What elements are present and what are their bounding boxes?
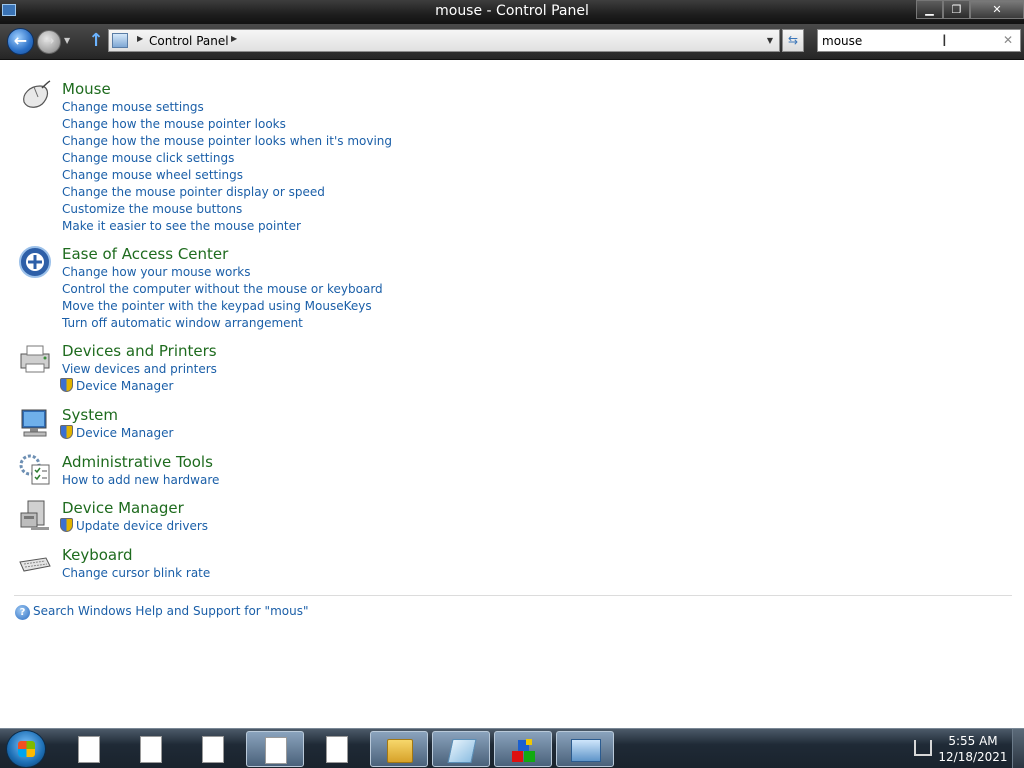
result-links: Device Manager — [60, 425, 174, 442]
document-icon — [78, 736, 100, 763]
result-link[interactable]: Change how your mouse works — [62, 264, 383, 281]
chevron-right-icon[interactable]: ▶ — [137, 34, 143, 43]
taskbar-button[interactable] — [556, 731, 614, 767]
multi-color-app-icon — [512, 739, 536, 763]
help-search-label: Search Windows Help and Support for "mou… — [33, 604, 309, 618]
result-heading[interactable]: Device Manager — [62, 499, 184, 517]
minimize-button[interactable]: ▁ — [916, 0, 943, 19]
taskbar: 5:55 AM 12/18/2021 — [0, 728, 1024, 768]
text-cursor-icon: I — [942, 31, 947, 50]
result-links: Update device drivers — [60, 518, 209, 535]
mouse-icon[interactable] — [18, 80, 52, 114]
clock-date: 12/18/2021 — [938, 750, 1008, 764]
help-icon: ? — [15, 605, 30, 620]
control-panel-icon — [571, 739, 601, 762]
admin-shield-icon — [60, 378, 73, 392]
control-panel-icon — [112, 33, 128, 48]
search-box[interactable]: I ✕ — [817, 29, 1021, 52]
navigation-bar: ← → ▼ ↑ ▶ Control Panel ▶ ▼ ⇆ I ✕ — [0, 24, 1024, 60]
chevron-down-icon[interactable]: ▼ — [767, 36, 773, 45]
taskbar-button[interactable] — [122, 731, 180, 767]
clock-time: 5:55 AM — [948, 734, 998, 748]
maximize-button[interactable]: ❐ — [943, 0, 970, 19]
address-bar[interactable]: ▶ Control Panel ▶ ▼ — [108, 29, 780, 52]
result-link-label: Device Manager — [76, 426, 174, 440]
computer-icon[interactable] — [18, 406, 52, 440]
result-link[interactable]: Device Manager — [60, 378, 217, 395]
admin-shield-icon — [60, 425, 73, 439]
help-search-link[interactable]: ? Search Windows Help and Support for "mo… — [15, 604, 308, 620]
printer-icon[interactable] — [18, 342, 52, 376]
result-links: How to add new hardware — [62, 472, 219, 489]
result-links: Change mouse settings Change how the mou… — [62, 99, 392, 235]
taskbar-button[interactable] — [494, 731, 552, 767]
chevron-right-icon[interactable]: ▶ — [231, 34, 237, 43]
result-link[interactable]: Change how the mouse pointer looks when … — [62, 133, 392, 150]
result-link[interactable]: Customize the mouse buttons — [62, 201, 392, 218]
result-link[interactable]: How to add new hardware — [62, 472, 219, 489]
result-link[interactable]: Update device drivers — [60, 518, 209, 535]
result-heading[interactable]: Devices and Printers — [62, 342, 217, 360]
taskbar-button[interactable] — [60, 731, 118, 767]
result-link[interactable]: Change mouse click settings — [62, 150, 392, 167]
result-link[interactable]: Change how the mouse pointer looks — [62, 116, 392, 133]
result-link[interactable]: Change mouse settings — [62, 99, 392, 116]
result-link[interactable]: Change mouse wheel settings — [62, 167, 392, 184]
admin-shield-icon — [60, 518, 73, 532]
taskbar-button[interactable] — [432, 731, 490, 767]
result-link[interactable]: Make it easier to see the mouse pointer — [62, 218, 392, 235]
windows-logo-icon — [18, 741, 35, 757]
divider — [14, 595, 1012, 596]
result-link-label: Device Manager — [76, 379, 174, 393]
search-input[interactable] — [822, 32, 992, 49]
result-heading[interactable]: Ease of Access Center — [62, 245, 228, 263]
result-link[interactable]: Change the mouse pointer display or spee… — [62, 184, 392, 201]
result-heading[interactable]: Keyboard — [62, 546, 133, 564]
document-icon — [265, 737, 287, 764]
back-button[interactable]: ← — [7, 28, 34, 55]
keyboard-icon[interactable] — [18, 546, 52, 580]
close-button[interactable]: ✕ — [970, 0, 1024, 19]
ease-of-access-icon[interactable] — [18, 245, 52, 279]
result-links: Change cursor blink rate — [62, 565, 210, 582]
recent-pages-dropdown[interactable]: ▼ — [64, 36, 70, 45]
window-title: mouse - Control Panel — [435, 3, 589, 19]
taskbar-button[interactable] — [184, 731, 242, 767]
taskbar-button[interactable] — [308, 731, 366, 767]
taskbar-button[interactable] — [370, 731, 428, 767]
search-results: Mouse Change mouse settings Change how t… — [0, 60, 1024, 728]
result-link-label: Update device drivers — [76, 519, 209, 533]
folder-icon — [387, 739, 413, 763]
clock[interactable]: 5:55 AM 12/18/2021 — [938, 733, 1008, 765]
result-heading[interactable]: Administrative Tools — [62, 453, 213, 471]
document-icon — [326, 736, 348, 763]
taskbar-button[interactable] — [246, 731, 304, 767]
result-links: View devices and printers Device Manager — [60, 361, 217, 395]
breadcrumb-control-panel[interactable]: Control Panel — [149, 34, 229, 48]
result-heading[interactable]: System — [62, 406, 118, 424]
forward-button[interactable]: → — [37, 30, 61, 54]
refresh-button[interactable]: ⇆ — [782, 29, 804, 52]
window-controls: ▁ ❐ ✕ — [916, 0, 1024, 19]
title-bar: mouse - Control Panel ▁ ❐ ✕ — [0, 0, 1024, 24]
document-icon — [202, 736, 224, 763]
result-heading[interactable]: Mouse — [62, 80, 111, 98]
result-link[interactable]: View devices and printers — [62, 361, 217, 378]
up-button[interactable]: ↑ — [87, 30, 105, 52]
show-desktop-button[interactable] — [1012, 729, 1024, 768]
start-button[interactable] — [6, 730, 46, 768]
result-link[interactable]: Control the computer without the mouse o… — [62, 281, 383, 298]
result-link[interactable]: Turn off automatic window arrangement — [62, 315, 383, 332]
paper-icon — [447, 739, 477, 763]
clear-search-icon[interactable]: ✕ — [1003, 33, 1013, 47]
network-icon[interactable] — [914, 740, 932, 756]
result-link[interactable]: Change cursor blink rate — [62, 565, 210, 582]
result-links: Change how your mouse works Control the … — [62, 264, 383, 332]
result-link[interactable]: Move the pointer with the keypad using M… — [62, 298, 383, 315]
document-icon — [140, 736, 162, 763]
device-manager-icon[interactable] — [18, 499, 52, 533]
result-link[interactable]: Device Manager — [60, 425, 174, 442]
admin-tools-icon[interactable] — [18, 453, 52, 487]
